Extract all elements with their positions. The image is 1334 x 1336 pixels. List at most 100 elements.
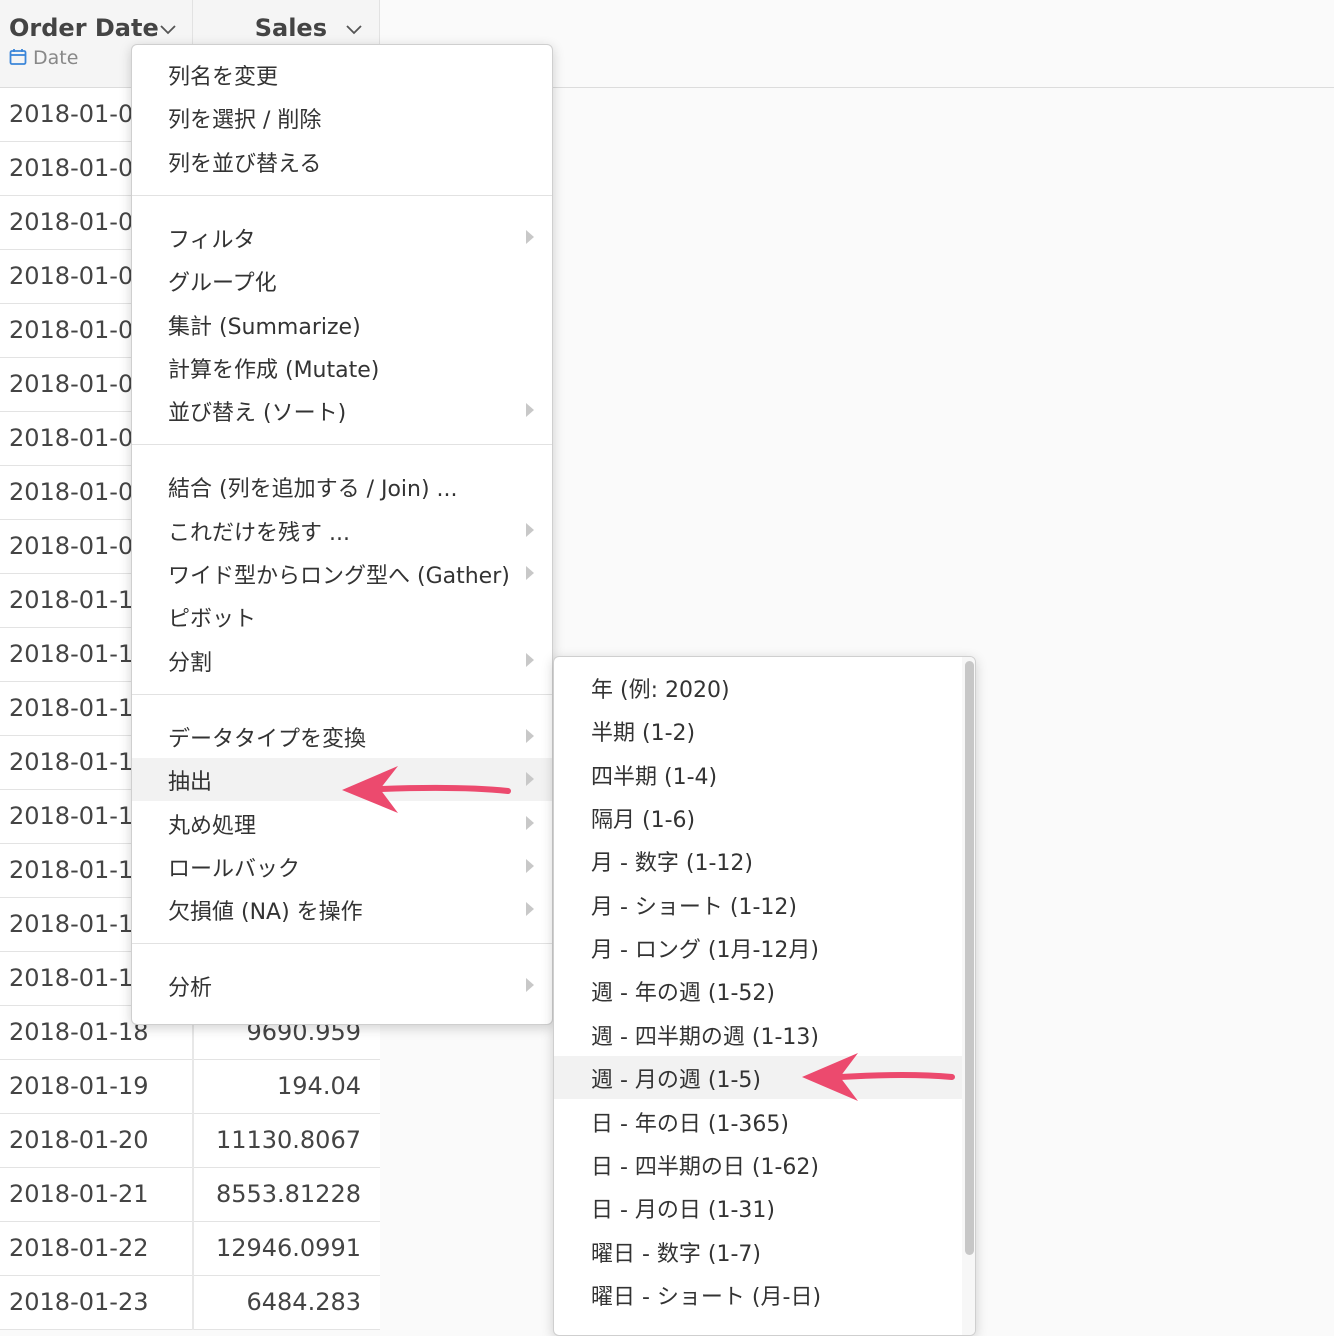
menu-item-label: データタイプを変換 bbox=[168, 726, 367, 752]
submenu-item[interactable]: 週 - 年の週 (1-52) bbox=[554, 969, 962, 1012]
cell-order-date: 2018-01-11 bbox=[9, 640, 149, 668]
cell-order-date: 2018-01-23 bbox=[9, 1288, 149, 1316]
table-row: 2018-01-20 11130.8067 bbox=[0, 1114, 380, 1168]
cell-order-date: 2018-01-20 bbox=[9, 1126, 149, 1154]
cell-order-date: 2018-01-10 bbox=[9, 586, 149, 614]
cell-sales: 8553.81228 bbox=[215, 1180, 361, 1208]
triangle-right-icon bbox=[526, 728, 534, 743]
table-row: 2018-01-21 8553.81228 bbox=[0, 1168, 380, 1222]
triangle-right-icon bbox=[526, 403, 534, 418]
triangle-right-icon bbox=[526, 902, 534, 917]
table-row: 2018-01-23 6484.283 bbox=[0, 1276, 380, 1330]
menu-item-label: グループ化 bbox=[168, 271, 277, 297]
submenu-item[interactable]: 月 - ロング (1月-12月) bbox=[554, 926, 962, 969]
submenu-item[interactable]: 曜日 - 数字 (1-7) bbox=[554, 1230, 962, 1273]
column-type: Date bbox=[9, 47, 78, 69]
extract-submenu: 曜日 - ショート (月-日) 曜日 - 数字 (1-7) 日 - 月の日 (1-3… bbox=[553, 656, 976, 1336]
cell-order-date: 2018-01-13 bbox=[9, 748, 149, 776]
submenu-item-label: 四半期 (1-4) bbox=[591, 764, 718, 790]
cell-order-date: 2018-01-21 bbox=[9, 1180, 149, 1208]
submenu-item[interactable]: 月 - 数字 (1-12) bbox=[554, 839, 962, 882]
cell-order-date: 2018-01-03 bbox=[9, 208, 149, 236]
submenu-item[interactable]: 四半期 (1-4) bbox=[554, 753, 962, 796]
menu-item[interactable]: 分析 bbox=[132, 964, 552, 1007]
menu-item-label: 抽出 bbox=[168, 770, 213, 796]
menu-item-label: 欠損値 (NA) を操作 bbox=[168, 900, 363, 926]
submenu-item-label: 月 - 数字 (1-12) bbox=[591, 851, 754, 877]
menu-item[interactable]: 並び替え (ソート) bbox=[132, 389, 552, 432]
submenu-item-label: 曜日 - ショート (月-日) bbox=[591, 1284, 822, 1310]
submenu-item-label: 週 - 年の週 (1-52) bbox=[591, 981, 776, 1007]
menu-separator bbox=[132, 943, 552, 945]
cell-divider bbox=[192, 1114, 194, 1168]
menu-item-label: 分析 bbox=[168, 976, 213, 1002]
menu-item[interactable]: 計算を作成 (Mutate) bbox=[132, 346, 552, 389]
submenu-scrollbar-thumb[interactable] bbox=[965, 661, 974, 1255]
submenu-item-label: 月 - ロング (1月-12月) bbox=[591, 938, 820, 964]
menu-item-label: フィルタ bbox=[168, 227, 256, 253]
submenu-item-label: 月 - ショート (1-12) bbox=[591, 894, 798, 920]
triangle-right-icon bbox=[526, 858, 534, 873]
submenu-item[interactable]: 日 - 年の日 (1-365) bbox=[554, 1100, 962, 1143]
submenu-item[interactable]: 半期 (1-2) bbox=[554, 709, 962, 752]
cell-divider bbox=[192, 1276, 194, 1330]
submenu-item[interactable]: 曜日 - ショート (月-日) bbox=[554, 1273, 962, 1316]
menu-item[interactable]: 集計 (Summarize) bbox=[132, 303, 552, 346]
chevron-down-icon[interactable] bbox=[345, 20, 363, 38]
menu-item-label: 並び替え (ソート) bbox=[168, 401, 347, 427]
submenu-item[interactable]: 年 (例: 2020) bbox=[554, 666, 962, 709]
menu-item-label: ピボット bbox=[168, 607, 257, 633]
menu-item-label: ワイド型からロング型へ (Gather) bbox=[168, 564, 510, 589]
submenu-item-label: 曜日 - 数字 (1-7) bbox=[591, 1241, 762, 1267]
menu-item[interactable]: 列名を変更 bbox=[132, 53, 552, 96]
menu-item-label: 計算を作成 (Mutate) bbox=[168, 357, 380, 383]
cell-order-date: 2018-01-15 bbox=[9, 856, 149, 884]
cell-divider bbox=[192, 1222, 194, 1276]
calendar-icon bbox=[9, 49, 27, 65]
menu-item[interactable]: グループ化 bbox=[132, 259, 552, 302]
submenu-item-label: 隔月 (1-6) bbox=[591, 808, 696, 834]
submenu-item[interactable]: 月 - ショート (1-12) bbox=[554, 883, 962, 926]
menu-item[interactable]: ワイド型からロング型へ (Gather) bbox=[132, 552, 552, 595]
cell-order-date: 2018-01-14 bbox=[9, 802, 149, 830]
menu-item[interactable]: データタイプを変換 bbox=[132, 715, 552, 758]
submenu-item[interactable]: 日 - 四半期の日 (1-62) bbox=[554, 1143, 962, 1186]
cell-sales: 12946.0991 bbox=[215, 1234, 361, 1262]
annotation-arrow-icon bbox=[802, 1053, 955, 1101]
submenu-item[interactable]: 隔月 (1-6) bbox=[554, 796, 962, 839]
menu-item[interactable]: ピボット bbox=[132, 595, 552, 638]
cell-order-date: 2018-01-09 bbox=[9, 532, 149, 560]
menu-item-label: 集計 (Summarize) bbox=[168, 314, 361, 340]
column-name: Sales bbox=[254, 14, 327, 42]
menu-item-label: 列を並び替える bbox=[168, 151, 322, 177]
menu-separator bbox=[132, 194, 552, 196]
menu-item[interactable]: ロールバック bbox=[132, 845, 552, 888]
submenu-item-label: 日 - 四半期の日 (1-62) bbox=[591, 1154, 820, 1180]
cell-order-date: 2018-01-04 bbox=[9, 262, 149, 290]
cell-divider bbox=[192, 1060, 194, 1114]
table-row: 2018-01-22 12946.0991 bbox=[0, 1222, 380, 1276]
submenu-item-label: 週 - 四半期の週 (1-13) bbox=[591, 1024, 820, 1050]
cell-order-date: 2018-01-17 bbox=[9, 964, 149, 992]
menu-item-label: ロールバック bbox=[168, 856, 301, 882]
menu-item-label: これだけを残す ... bbox=[168, 520, 350, 546]
submenu-item[interactable]: 日 - 月の日 (1-31) bbox=[554, 1186, 962, 1229]
menu-item[interactable]: 結合 (列を追加する / Join) ... bbox=[132, 465, 552, 508]
cell-sales: 194.04 bbox=[277, 1072, 361, 1100]
menu-item[interactable]: 分割 bbox=[132, 639, 552, 682]
menu-item[interactable]: これだけを残す ... bbox=[132, 509, 552, 552]
triangle-right-icon bbox=[526, 522, 534, 537]
column-name: Order Date bbox=[9, 14, 159, 42]
menu-item[interactable]: 列を並び替える bbox=[132, 140, 552, 183]
chevron-down-icon[interactable] bbox=[159, 20, 177, 38]
column-type-label: Date bbox=[33, 47, 79, 69]
cell-order-date: 2018-01-22 bbox=[9, 1234, 149, 1262]
menu-item[interactable]: 列を選択 / 削除 bbox=[132, 96, 552, 139]
menu-item[interactable]: 欠損値 (NA) を操作 bbox=[132, 888, 552, 931]
cell-order-date: 2018-01-16 bbox=[9, 910, 149, 938]
triangle-right-icon bbox=[526, 815, 534, 830]
menu-item[interactable]: フィルタ bbox=[132, 216, 552, 259]
cell-order-date: 2018-01-06 bbox=[9, 370, 149, 398]
cell-order-date: 2018-01-01 bbox=[9, 100, 149, 128]
submenu-item-label: 週 - 月の週 (1-5) bbox=[591, 1068, 762, 1094]
